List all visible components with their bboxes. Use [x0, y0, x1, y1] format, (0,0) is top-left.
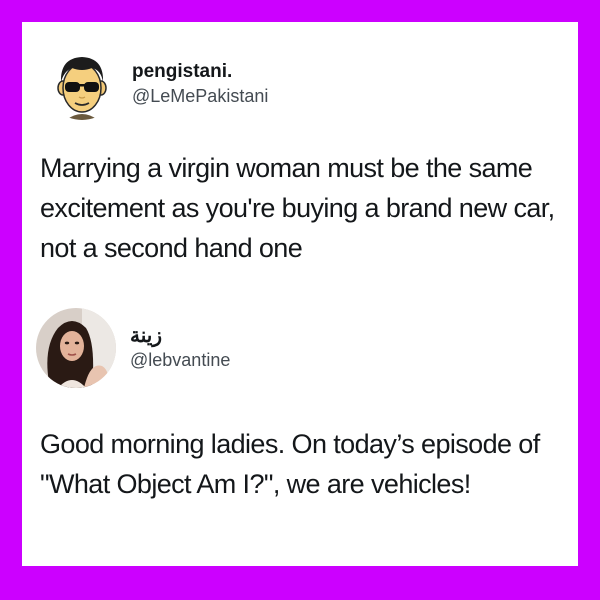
- user-handle[interactable]: @LeMePakistani: [132, 84, 268, 108]
- post-card: pengistani. @LeMePakistani Marrying a vi…: [22, 22, 578, 566]
- avatar[interactable]: [46, 48, 118, 120]
- avatar[interactable]: [36, 308, 116, 388]
- tweet-header: زينة @lebvantine: [36, 308, 230, 388]
- profile-photo: [36, 308, 116, 388]
- tweet-header: pengistani. @LeMePakistani: [46, 48, 268, 120]
- display-name[interactable]: زينة: [130, 324, 230, 348]
- user-handle[interactable]: @lebvantine: [130, 348, 230, 372]
- cartoon-face-sunglasses-icon: [46, 48, 118, 120]
- tweet-text: Good morning ladies. On today’s episode …: [40, 429, 540, 499]
- tweet-text: Marrying a virgin woman must be the same…: [40, 153, 555, 263]
- display-name[interactable]: pengistani.: [132, 60, 268, 84]
